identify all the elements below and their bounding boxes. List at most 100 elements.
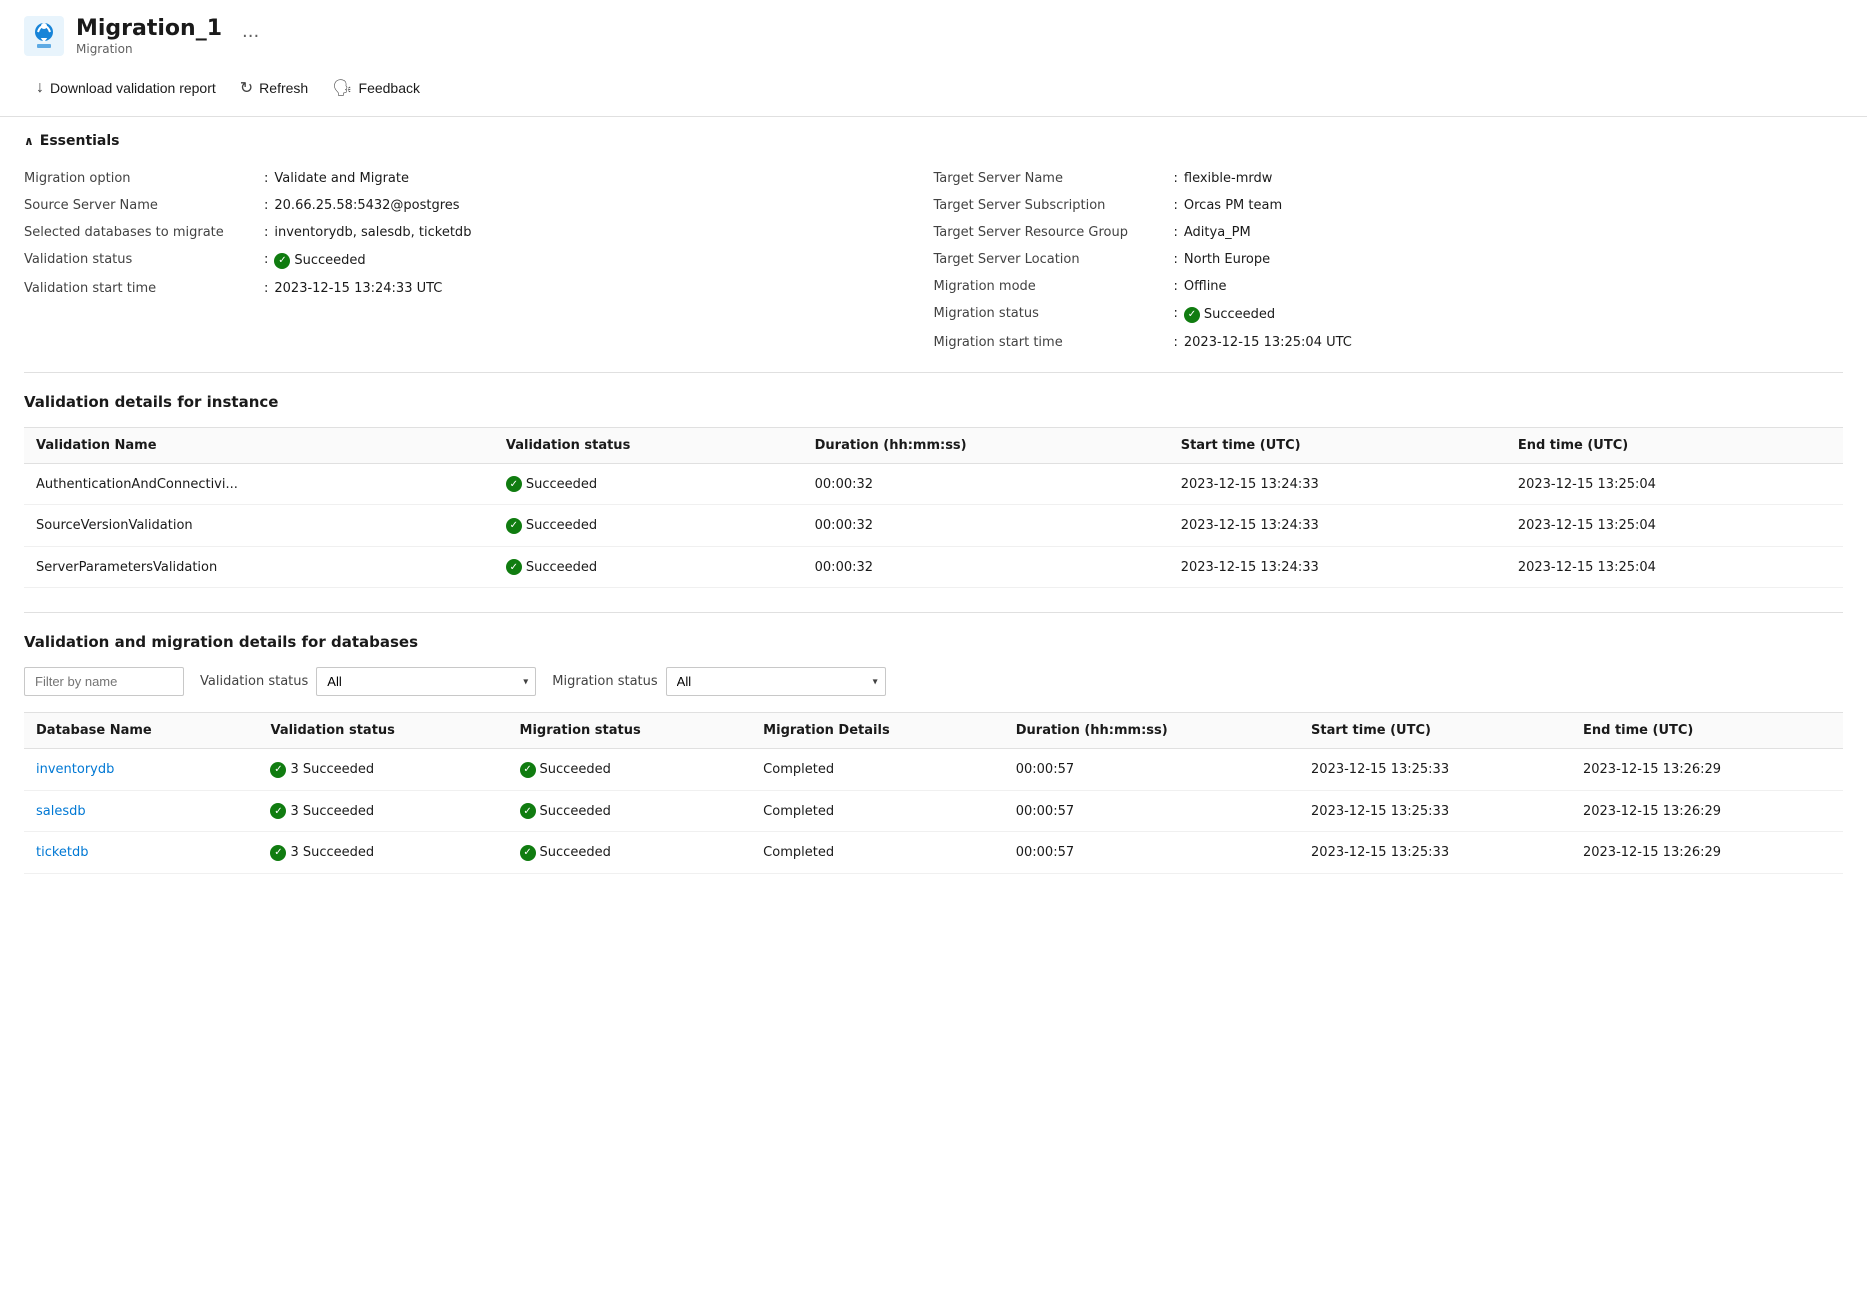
app-icon bbox=[24, 16, 64, 56]
essentials-label: Target Server Location bbox=[934, 252, 1174, 267]
essentials-grid: Migration option :Validate and Migrate S… bbox=[24, 165, 1843, 356]
validation-status-badge: ✓ 3 Succeeded bbox=[270, 803, 374, 819]
essentials-chevron-icon: ∧ bbox=[24, 134, 34, 148]
column-header: End time (UTC) bbox=[1506, 427, 1843, 463]
database-name-cell[interactable]: inventorydb bbox=[24, 749, 258, 791]
column-header: Start time (UTC) bbox=[1299, 713, 1571, 749]
table-row: salesdb ✓ 3 Succeeded ✓ Succeeded Completed… bbox=[24, 790, 1843, 832]
column-header: Duration (hh:mm:ss) bbox=[803, 427, 1169, 463]
duration-cell: 00:00:57 bbox=[1004, 790, 1299, 832]
migration-status-cell: ✓ Succeeded bbox=[508, 749, 752, 791]
feedback-icon: 🗣 bbox=[332, 78, 352, 98]
migration-status-badge: ✓ Succeeded bbox=[520, 803, 611, 819]
essentials-value: :20.66.25.58:5432@postgres bbox=[264, 198, 460, 213]
table-cell: 2023-12-15 13:25:04 bbox=[1506, 546, 1843, 588]
essentials-row: Target Server Location :North Europe bbox=[934, 246, 1844, 273]
table-cell: ✓ Succeeded bbox=[494, 463, 803, 505]
database-name-link[interactable]: ticketdb bbox=[36, 845, 89, 860]
validation-details-section: Validation details for instance Validati… bbox=[0, 373, 1867, 613]
essentials-row: Selected databases to migrate :inventory… bbox=[24, 219, 934, 246]
essentials-row: Target Server Resource Group :Aditya_PM bbox=[934, 219, 1844, 246]
validation-details-table: Validation NameValidation statusDuration… bbox=[24, 427, 1843, 589]
essentials-label: Migration status bbox=[934, 306, 1174, 321]
migration-status-select[interactable]: All bbox=[666, 667, 886, 696]
table-cell: 2023-12-15 13:24:33 bbox=[1169, 505, 1506, 547]
essentials-row: Migration mode :Offline bbox=[934, 273, 1844, 300]
database-details-section: Validation and migration details for dat… bbox=[0, 613, 1867, 898]
validation-status-badge: ✓ 3 Succeeded bbox=[270, 762, 374, 778]
validation-status-select-wrapper: All ▾ bbox=[316, 667, 536, 696]
essentials-left: Migration option :Validate and Migrate S… bbox=[24, 165, 934, 356]
essentials-value: :inventorydb, salesdb, ticketdb bbox=[264, 225, 471, 240]
check-circle-icon: ✓ bbox=[520, 803, 536, 819]
essentials-value: :flexible-mrdw bbox=[1174, 171, 1273, 186]
title-group: Migration_1 Migration bbox=[76, 16, 222, 56]
app-header: Migration_1 Migration ··· bbox=[0, 0, 1867, 64]
essentials-label: Selected databases to migrate bbox=[24, 225, 264, 240]
essentials-label: Migration option bbox=[24, 171, 264, 186]
database-name-link[interactable]: inventorydb bbox=[36, 762, 114, 777]
essentials-value: :2023-12-15 13:25:04 UTC bbox=[1174, 335, 1352, 350]
table-row: AuthenticationAndConnectivi... ✓ Succeede… bbox=[24, 463, 1843, 505]
essentials-label: Target Server Name bbox=[934, 171, 1174, 186]
check-circle-icon: ✓ bbox=[270, 803, 286, 819]
essentials-value: :North Europe bbox=[1174, 252, 1271, 267]
start-time-cell: 2023-12-15 13:25:33 bbox=[1299, 790, 1571, 832]
start-time-cell: 2023-12-15 13:25:33 bbox=[1299, 832, 1571, 874]
essentials-header[interactable]: ∧ Essentials bbox=[24, 133, 1843, 149]
status-badge: ✓ Succeeded bbox=[506, 518, 597, 534]
refresh-icon: ↻ bbox=[240, 78, 253, 98]
check-circle-icon: ✓ bbox=[270, 762, 286, 778]
table-row: SourceVersionValidation✓ Succeeded00:00:… bbox=[24, 505, 1843, 547]
essentials-right: Target Server Name :flexible-mrdw Target… bbox=[934, 165, 1844, 356]
database-name-link[interactable]: salesdb bbox=[36, 804, 86, 819]
column-header: Migration status bbox=[508, 713, 752, 749]
migration-details-cell: Completed bbox=[751, 790, 1004, 832]
migration-status-filter-label: Migration status bbox=[552, 674, 657, 689]
essentials-title: Essentials bbox=[40, 133, 120, 149]
essentials-label: Source Server Name bbox=[24, 198, 264, 213]
column-header: Start time (UTC) bbox=[1169, 427, 1506, 463]
feedback-button[interactable]: 🗣 Feedback bbox=[320, 72, 432, 104]
filter-by-name-input[interactable] bbox=[24, 667, 184, 696]
validation-status-cell: ✓ 3 Succeeded bbox=[258, 832, 507, 874]
database-name-cell[interactable]: ticketdb bbox=[24, 832, 258, 874]
status-badge: ✓ Succeeded bbox=[274, 253, 365, 269]
database-name-cell[interactable]: salesdb bbox=[24, 790, 258, 832]
migration-status-badge: ✓ Succeeded bbox=[520, 845, 611, 861]
table-cell: 00:00:32 bbox=[803, 546, 1169, 588]
column-header: Migration Details bbox=[751, 713, 1004, 749]
duration-cell: 00:00:57 bbox=[1004, 749, 1299, 791]
essentials-label: Target Server Subscription bbox=[934, 198, 1174, 213]
refresh-button[interactable]: ↻ Refresh bbox=[228, 72, 320, 104]
database-details-title: Validation and migration details for dat… bbox=[24, 633, 1843, 651]
table-row: ServerParametersValidation✓ Succeeded00:… bbox=[24, 546, 1843, 588]
column-header: Validation status bbox=[258, 713, 507, 749]
check-circle-icon: ✓ bbox=[274, 253, 290, 269]
table-row: ticketdb✓ 3 Succeeded✓ SucceededComplete… bbox=[24, 832, 1843, 874]
migration-status-cell: ✓ Succeeded bbox=[508, 790, 752, 832]
essentials-value: :✓ Succeeded bbox=[1174, 306, 1276, 323]
table-cell: 2023-12-15 13:24:33 bbox=[1169, 463, 1506, 505]
essentials-value: :Offline bbox=[1174, 279, 1227, 294]
table-cell: AuthenticationAndConnectivi... bbox=[24, 463, 494, 505]
migration-status-cell: ✓ Succeeded bbox=[508, 832, 752, 874]
essentials-row: Migration option :Validate and Migrate bbox=[24, 165, 934, 192]
essentials-label: Target Server Resource Group bbox=[934, 225, 1174, 240]
essentials-row: Validation start time :2023-12-15 13:24:… bbox=[24, 275, 934, 302]
status-badge: ✓ Succeeded bbox=[1184, 307, 1275, 323]
table-row: inventorydb✓ 3 Succeeded✓ SucceededCompl… bbox=[24, 749, 1843, 791]
essentials-label: Migration mode bbox=[934, 279, 1174, 294]
check-circle-icon: ✓ bbox=[506, 559, 522, 575]
essentials-value: :2023-12-15 13:24:33 UTC bbox=[264, 281, 442, 296]
validation-status-select[interactable]: All bbox=[316, 667, 536, 696]
essentials-value: :Aditya_PM bbox=[1174, 225, 1251, 240]
more-options-icon[interactable]: ··· bbox=[242, 26, 259, 47]
essentials-row: Target Server Name :flexible-mrdw bbox=[934, 165, 1844, 192]
status-badge: ✓ Succeeded bbox=[506, 476, 597, 492]
essentials-label: Validation start time bbox=[24, 281, 264, 296]
download-validation-report-button[interactable]: ↓ Download validation report bbox=[24, 73, 228, 103]
essentials-value: :✓ Succeeded bbox=[264, 252, 366, 269]
duration-cell: 00:00:57 bbox=[1004, 832, 1299, 874]
migration-status-select-wrapper: All ▾ bbox=[666, 667, 886, 696]
